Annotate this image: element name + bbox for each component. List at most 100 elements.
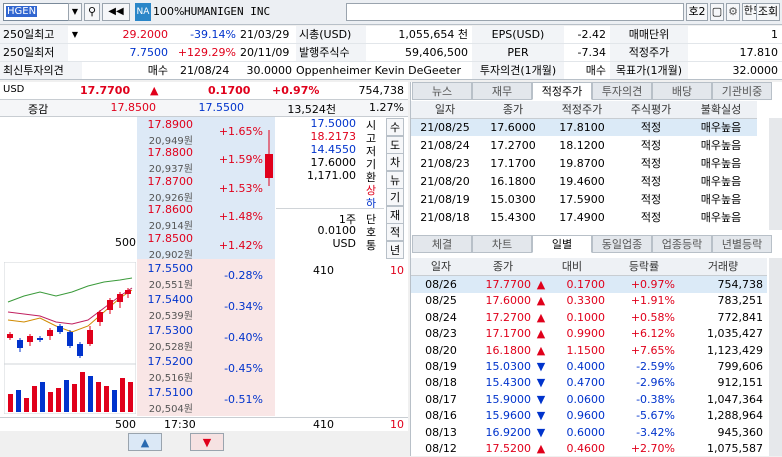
- tab-1[interactable]: 재무: [472, 82, 532, 100]
- daily-volume: 799,606: [717, 360, 764, 373]
- candle-body: [117, 294, 123, 302]
- volume-bar: [112, 390, 117, 412]
- volume: 754,738: [358, 84, 405, 97]
- ask-pct: +1.48%: [218, 210, 263, 224]
- volume-bar: [64, 380, 69, 412]
- candle-body: [107, 300, 113, 310]
- search-icon[interactable]: ⚲: [84, 3, 100, 21]
- bid-price: 17.5500: [147, 262, 194, 275]
- target-latest-opinion: 30.0000: [246, 64, 293, 77]
- valuation-scrollbar[interactable]: [769, 118, 782, 230]
- tab-2[interactable]: 적정주가: [532, 82, 592, 100]
- trade-amount: 13,524천: [287, 103, 336, 116]
- side-button[interactable]: 도: [386, 135, 404, 154]
- daily-scrollbar[interactable]: [769, 258, 782, 456]
- daily-change: 0.4600: [566, 442, 606, 455]
- date-latest-opinion: 21/08/24: [180, 64, 230, 77]
- daily-col-header: 일자: [411, 258, 471, 276]
- ask-pct: +1.65%: [218, 125, 263, 138]
- analyst-name: Oppenheimer Kevin DeGeeter: [296, 64, 462, 77]
- gear-icon[interactable]: ⚙: [726, 3, 740, 21]
- label-opinion-1m: 투자의견(1개월): [472, 62, 564, 79]
- tab-4[interactable]: 배당: [652, 82, 712, 100]
- daily-change: 0.1000: [566, 310, 606, 324]
- daily-volume: 945,360: [717, 425, 764, 439]
- market-badge: NA: [135, 3, 151, 21]
- tab2-1[interactable]: 차트: [472, 235, 532, 253]
- daily-date: 08/24: [425, 310, 457, 324]
- up-triangle-icon: ▲: [536, 343, 546, 357]
- daily-date: 08/13: [425, 425, 457, 439]
- daily-change: 0.6000: [566, 425, 606, 439]
- tab2-0[interactable]: 체결: [412, 235, 472, 253]
- side-button[interactable]: 수: [386, 118, 404, 136]
- daily-date: 08/20: [425, 343, 457, 357]
- tab2-4[interactable]: 업종등락: [652, 235, 712, 253]
- volume-bar: [104, 386, 109, 412]
- daily-volume: 1,075,587: [707, 442, 763, 455]
- valuation-cell: 매우높음: [700, 157, 742, 170]
- change-label: 증감: [28, 103, 49, 116]
- daily-close: 16.9200: [485, 425, 532, 439]
- valuation-col-header: 불확실성: [685, 101, 757, 119]
- exchange-rate: 1,171.00: [307, 169, 356, 182]
- tab-3[interactable]: 투자의견: [592, 82, 652, 100]
- candle-body: [47, 330, 53, 336]
- daily-pct: -5.67%: [636, 409, 675, 423]
- mini-candle: [265, 130, 273, 186]
- window-icon[interactable]: ▢: [710, 3, 724, 21]
- query-button[interactable]: 조회: [756, 3, 780, 21]
- side-button[interactable]: 차: [386, 153, 404, 171]
- price-bar: USD 17.7700 ▲ 0.1700 +0.97% 754,738: [0, 82, 408, 100]
- daily-date: 08/26: [411, 276, 471, 293]
- speaker-icon[interactable]: ◀◀: [102, 3, 130, 21]
- current-price: 17.7700: [80, 84, 131, 97]
- ask-price: 17.8800: [147, 146, 194, 160]
- symbol-dropdown-icon[interactable]: ▼: [68, 3, 82, 21]
- candle-body: [97, 312, 103, 322]
- tab2-3[interactable]: 동일업종: [592, 235, 652, 253]
- ask-row: 17.8600 20,914원 +1.48%: [137, 202, 275, 232]
- tab2-2[interactable]: 일별: [532, 235, 592, 253]
- scroll-down-button[interactable]: ▼: [190, 433, 224, 451]
- daily-date: 08/17: [425, 392, 457, 406]
- valuation-cell: 적정: [640, 175, 662, 188]
- bid-krw: 20,539원: [148, 311, 193, 322]
- side-button[interactable]: 뉴: [386, 170, 404, 189]
- candle-body: [57, 326, 63, 332]
- label-shares: 발행주식수: [296, 44, 366, 61]
- side-button[interactable]: 적: [386, 223, 404, 241]
- message-field[interactable]: [346, 3, 684, 21]
- daily-volume: 754,738: [679, 276, 767, 293]
- ho-button[interactable]: 호2: [686, 3, 708, 21]
- daily-volume: 1,288,964: [707, 409, 763, 423]
- volume-bar: [24, 398, 29, 412]
- daily-change: 0.1700: [547, 276, 609, 293]
- daily-col-header: 대비: [535, 258, 609, 276]
- candle-body: [27, 336, 33, 342]
- valuation-col-header: 적정주가: [547, 101, 617, 119]
- volume-bar: [40, 382, 45, 412]
- valuation-cell: 18.1200: [559, 139, 605, 152]
- orderbook-footer: 500 17:30 410 10: [0, 417, 408, 431]
- tab2-5[interactable]: 년별등락: [712, 235, 772, 253]
- valuation-cell: 적정: [617, 119, 685, 136]
- side-button[interactable]: 년: [386, 240, 404, 259]
- volume-bar: [48, 392, 53, 412]
- valuation-cell: 21/08/19: [420, 193, 470, 206]
- label-250-low: 250일최저: [0, 44, 68, 61]
- tab-0[interactable]: 뉴스: [412, 82, 472, 100]
- tab-5[interactable]: 기관비중: [712, 82, 772, 100]
- volume-bar: [16, 390, 21, 412]
- daily-change: 0.9900: [566, 327, 606, 341]
- ask-pct: +1.42%: [218, 238, 263, 252]
- side-button[interactable]: 기: [386, 188, 404, 206]
- daily-close: 15.0300: [485, 360, 532, 373]
- side-button[interactable]: 재: [386, 205, 404, 224]
- chevron-down-icon[interactable]: ▼: [68, 26, 82, 43]
- scroll-up-button[interactable]: ▲: [128, 433, 162, 451]
- footer-time: 17:30: [164, 418, 196, 431]
- daily-volume: 772,841: [717, 310, 764, 324]
- daily-col-header: 종가: [471, 258, 535, 276]
- label-currency: 통: [366, 239, 377, 252]
